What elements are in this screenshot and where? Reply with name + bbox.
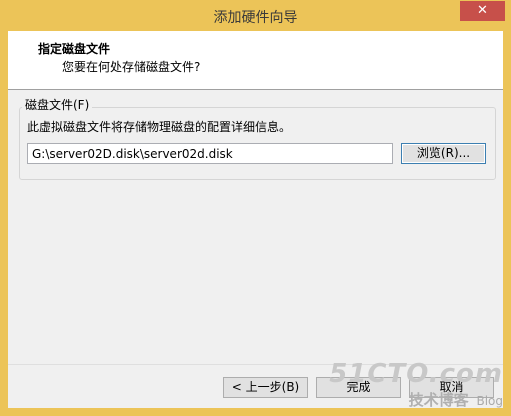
title-bar: 添加硬件向导 ✕ xyxy=(0,0,511,31)
disk-file-path-input[interactable] xyxy=(27,143,393,164)
close-button[interactable]: ✕ xyxy=(460,1,505,21)
disk-file-description: 此虚拟磁盘文件将存储物理磁盘的配置详细信息。 xyxy=(27,120,292,134)
close-icon: ✕ xyxy=(477,3,488,18)
back-button[interactable]: < 上一步(B) xyxy=(223,377,308,398)
page-title: 指定磁盘文件 xyxy=(38,42,111,56)
cancel-button[interactable]: 取消 xyxy=(409,377,494,398)
footer-divider xyxy=(8,364,503,365)
dialog-client: 指定磁盘文件 您要在何处存储磁盘文件? 磁盘文件(F) 此虚拟磁盘文件将存储物理… xyxy=(8,31,503,408)
wizard-header: 指定磁盘文件 您要在何处存储磁盘文件? xyxy=(8,31,503,90)
window-title: 添加硬件向导 xyxy=(213,10,298,26)
finish-button[interactable]: 完成 xyxy=(316,377,401,398)
page-subtitle: 您要在何处存储磁盘文件? xyxy=(62,60,201,74)
disk-file-group-label: 磁盘文件(F) xyxy=(22,96,93,113)
browse-button[interactable]: 浏览(R)... xyxy=(401,143,486,164)
